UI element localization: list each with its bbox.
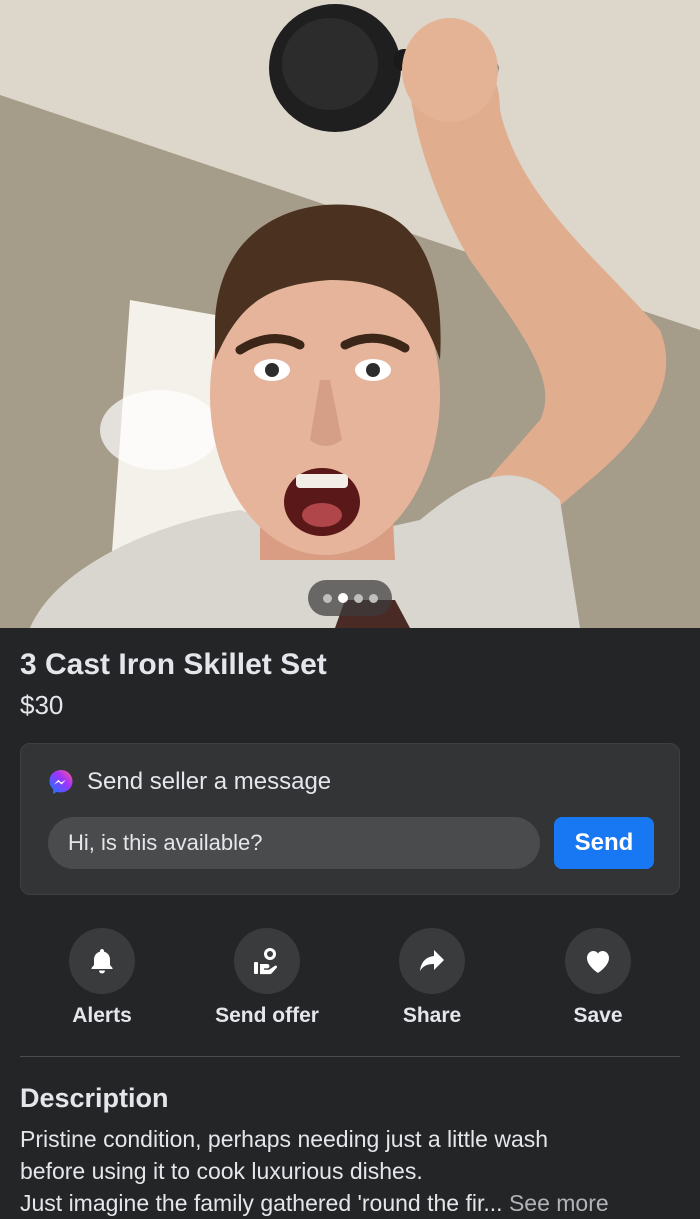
message-input[interactable]: Hi, is this available? <box>48 817 540 869</box>
share-label: Share <box>402 1004 462 1027</box>
bell-icon <box>91 949 113 974</box>
listing-photo[interactable] <box>0 0 700 628</box>
messenger-icon <box>49 770 73 794</box>
offer-icon <box>254 948 278 975</box>
send-button[interactable]: Send <box>554 817 654 869</box>
share-icon-circle[interactable] <box>399 928 465 994</box>
description-line: before using it to cook luxurious dishes… <box>20 1158 423 1184</box>
carousel-dot[interactable] <box>368 593 378 603</box>
description-line: Pristine condition, perhaps needing just… <box>20 1126 549 1152</box>
share-arrow-icon <box>420 950 444 971</box>
carousel-dot[interactable] <box>353 593 363 603</box>
description-line-last: Just imagine the family gathered 'round … <box>20 1187 690 1219</box>
photo-illustration <box>0 0 700 628</box>
send-offer-icon-circle[interactable] <box>234 928 300 994</box>
section-divider <box>20 1056 680 1057</box>
carousel-indicator[interactable] <box>308 580 392 616</box>
send-offer-label: Send offer <box>215 1004 319 1027</box>
message-card-header: Send seller a message <box>47 768 331 796</box>
heart-icon <box>587 951 609 973</box>
see-more-link[interactable]: See more <box>509 1190 609 1216</box>
save-label: Save <box>573 1004 623 1027</box>
save-button[interactable]: Save <box>533 928 663 1028</box>
action-bar: Alerts Send offer Share Save <box>20 928 680 1038</box>
description-heading: Description <box>20 1083 169 1113</box>
alerts-icon-circle[interactable] <box>69 928 135 994</box>
carousel-dot-active[interactable] <box>337 593 348 603</box>
message-card-title: Send seller a message <box>87 768 332 795</box>
alerts-label: Alerts <box>72 1004 132 1027</box>
description-line: Just imagine the family gathered 'round … <box>20 1190 503 1216</box>
listing-title: 3 Cast Iron Skillet Set <box>20 648 327 681</box>
save-icon-circle[interactable] <box>565 928 631 994</box>
description-text: Pristine condition, perhaps needing just… <box>20 1123 690 1219</box>
listing-price: $30 <box>20 690 64 720</box>
send-offer-button[interactable]: Send offer <box>202 928 332 1028</box>
alerts-button[interactable]: Alerts <box>37 928 167 1028</box>
share-button[interactable]: Share <box>367 928 497 1028</box>
message-seller-card: Send seller a message Hi, is this availa… <box>20 743 680 895</box>
carousel-dot[interactable] <box>322 593 332 603</box>
